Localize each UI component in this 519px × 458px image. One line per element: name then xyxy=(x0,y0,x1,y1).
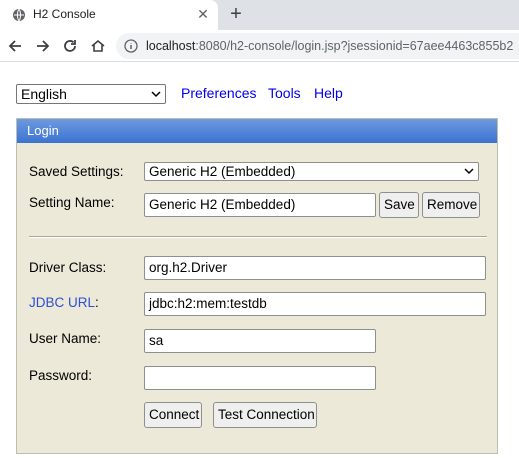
jdbc-url-label: JDBC URL: xyxy=(29,295,99,310)
browser-tab-bar: H2 Console ✕ + xyxy=(0,0,519,30)
chevron-down-icon xyxy=(151,91,161,98)
language-select[interactable]: English xyxy=(16,84,166,104)
close-tab-icon[interactable]: ✕ xyxy=(195,6,211,22)
jdbc-url-link[interactable]: JDBC URL xyxy=(29,295,95,310)
user-name-label: User Name: xyxy=(29,331,102,346)
forward-arrow-icon[interactable] xyxy=(32,36,52,56)
chevron-down-icon xyxy=(464,168,474,175)
setting-name-input[interactable]: Generic H2 (Embedded) xyxy=(144,193,376,217)
info-icon[interactable] xyxy=(124,39,138,53)
divider xyxy=(29,236,487,238)
password-label: Password: xyxy=(29,368,93,383)
save-button[interactable]: Save xyxy=(379,192,419,218)
back-arrow-icon[interactable] xyxy=(6,36,26,56)
password-input[interactable] xyxy=(144,366,376,390)
globe-icon xyxy=(13,8,25,22)
saved-settings-select[interactable]: Generic H2 (Embedded) xyxy=(144,162,479,181)
tab-title: H2 Console xyxy=(33,7,96,21)
saved-settings-label: Saved Settings: xyxy=(29,164,124,179)
connect-button[interactable]: Connect xyxy=(144,402,202,428)
driver-class-label: Driver Class: xyxy=(29,260,107,275)
browser-toolbar: localhost:8080/h2-console/login.jsp?jses… xyxy=(0,30,519,62)
address-bar[interactable]: localhost:8080/h2-console/login.jsp?jses… xyxy=(116,33,519,59)
url-text[interactable]: localhost:8080/h2-console/login.jsp?jses… xyxy=(146,39,513,53)
new-tab-icon[interactable]: + xyxy=(226,4,246,24)
language-value: English xyxy=(21,86,67,102)
remove-button[interactable]: Remove xyxy=(422,192,480,218)
home-icon[interactable] xyxy=(88,36,108,56)
login-header: Login xyxy=(17,119,497,143)
test-connection-button[interactable]: Test Connection xyxy=(213,402,317,428)
browser-tab[interactable]: H2 Console ✕ xyxy=(0,0,218,30)
preferences-link[interactable]: Preferences xyxy=(181,85,256,101)
tools-link[interactable]: Tools xyxy=(268,85,301,101)
saved-settings-value: Generic H2 (Embedded) xyxy=(149,164,296,179)
login-panel: Login Saved Settings: Generic H2 (Embedd… xyxy=(16,118,498,454)
reload-icon[interactable] xyxy=(60,36,80,56)
driver-class-input[interactable]: org.h2.Driver xyxy=(144,256,486,280)
help-link[interactable]: Help xyxy=(314,85,343,101)
user-name-input[interactable]: sa xyxy=(144,329,376,353)
jdbc-url-input[interactable]: jdbc:h2:mem:testdb xyxy=(144,292,486,316)
setting-name-label: Setting Name: xyxy=(29,195,115,210)
